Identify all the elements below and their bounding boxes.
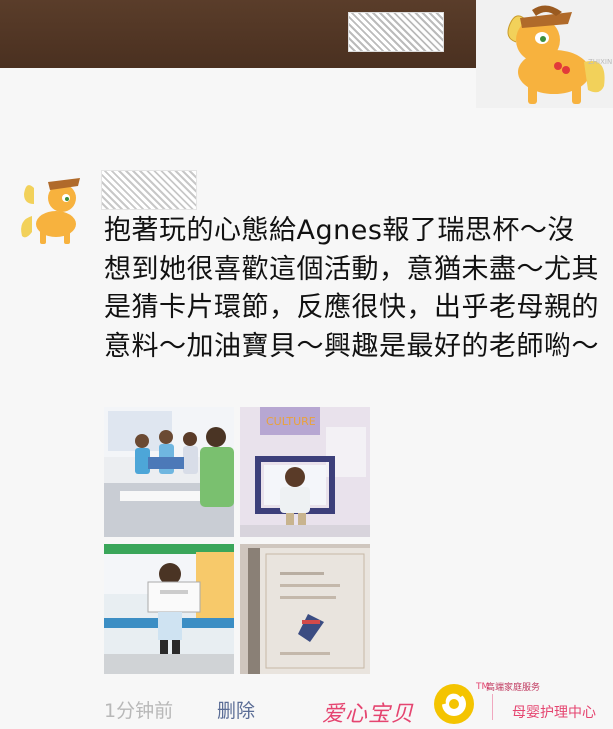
post-timestamp: 1分钟前 xyxy=(104,700,174,722)
delete-button[interactable]: 删除 xyxy=(217,696,255,723)
post-text: 抱著玩的心態給Agnes報了瑞思杯～沒想到她很喜歡這個活動，意猶未盡～尤其是猜卡… xyxy=(104,215,599,362)
culture-frame-photo[interactable]: CULTURE xyxy=(240,407,370,537)
photo-image: CULTURE xyxy=(240,407,370,537)
certificate-closeup-photo[interactable] xyxy=(240,544,370,674)
brand-watermark: 爱心宝贝 TM 高端家庭服务 母婴护理中心 xyxy=(320,678,613,729)
photo-image xyxy=(240,544,370,674)
brand-subtitle: 高端家庭服务 xyxy=(486,683,541,693)
sun-logo-icon xyxy=(434,684,474,724)
blurred-username xyxy=(348,12,444,52)
brand-name: 爱心宝贝 xyxy=(322,702,415,727)
pony-icon xyxy=(507,5,605,104)
brand-divider xyxy=(492,694,493,720)
classroom-kids-photo[interactable] xyxy=(104,407,234,537)
girl-certificate-photo[interactable] xyxy=(104,544,234,674)
photo-image xyxy=(104,407,234,537)
poster-avatar[interactable] xyxy=(16,170,88,248)
svg-text:CULTURE: CULTURE xyxy=(266,415,316,428)
watermark-text: ZHIXIN xyxy=(588,58,613,66)
pony-icon xyxy=(21,178,80,244)
blurred-poster-name xyxy=(101,170,197,210)
brand-service: 母婴护理中心 xyxy=(512,705,596,721)
profile-avatar[interactable] xyxy=(476,0,613,108)
photo-image xyxy=(104,544,234,674)
